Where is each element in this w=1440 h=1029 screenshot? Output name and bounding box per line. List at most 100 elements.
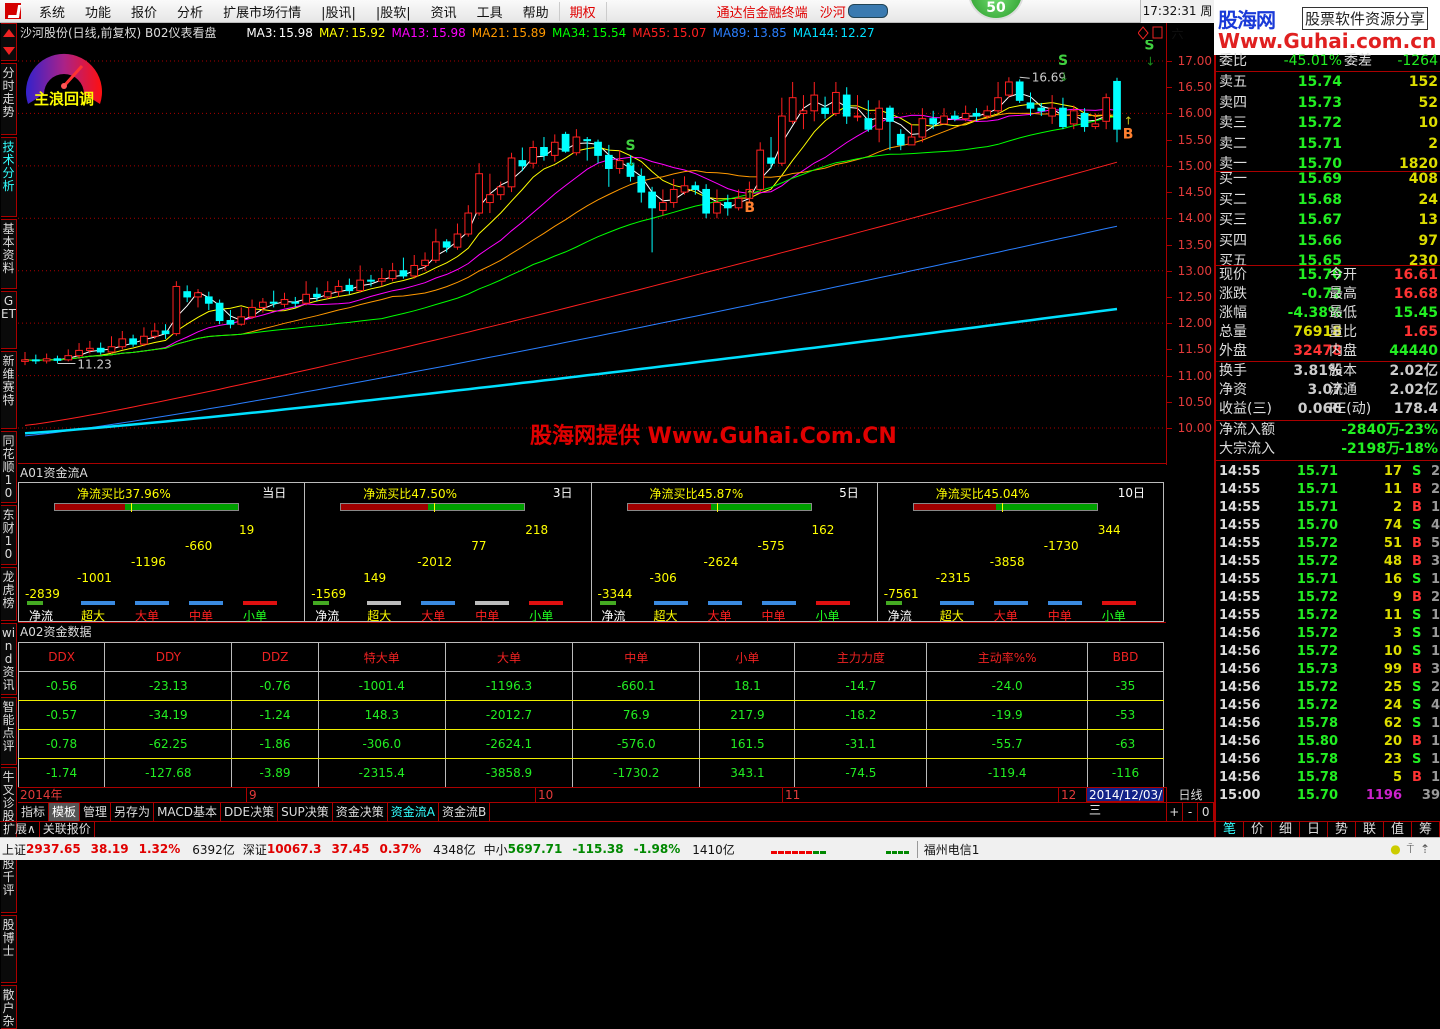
tick-time: 14:56 <box>1219 626 1261 641</box>
bid-row[interactable]: 买一 15.69 408 <box>1216 170 1440 189</box>
index-name[interactable]: 上证 <box>2 841 26 858</box>
candle <box>821 96 829 119</box>
bid-row[interactable]: 买二 15.68 24 <box>1216 191 1440 210</box>
menu-item[interactable]: 帮助 <box>513 2 559 21</box>
tick-count: 1 <box>1430 770 1440 785</box>
indicator-tab[interactable]: 资金流B <box>439 803 491 821</box>
quote-tab[interactable]: 价 <box>1244 822 1272 838</box>
index-value: 5697.71 <box>507 842 563 856</box>
left-tab[interactable]: GET <box>1 291 17 349</box>
tick-count: 1 <box>1430 626 1440 641</box>
menu-item-options[interactable]: 期权 <box>558 1 607 21</box>
quote-tab[interactable]: 值 <box>1384 822 1412 838</box>
stock-short-name: 沙河 <box>819 5 846 21</box>
tick-count: 2 <box>1430 464 1440 479</box>
clock: 17:32:31 周六 <box>1140 0 1214 41</box>
indicator-tab[interactable]: 管理 <box>80 803 112 821</box>
tick-price: 15.78 <box>1296 752 1338 767</box>
left-tab[interactable]: 技术分析 <box>1 137 17 217</box>
left-tab[interactable]: 股博士 <box>1 915 17 983</box>
menu-item[interactable]: 报价 <box>121 2 167 21</box>
ask-row[interactable]: 卖二 15.71 2 <box>1216 135 1440 154</box>
indicator-tab[interactable]: 模板 <box>49 803 81 821</box>
coin-icon[interactable]: ● <box>1390 842 1400 856</box>
indicator-tab[interactable]: DDE决策 <box>221 803 279 821</box>
menu-item[interactable]: 工具 <box>467 2 513 21</box>
index-name[interactable]: 深证 <box>243 841 267 858</box>
ask-row[interactable]: 卖三 15.72 10 <box>1216 114 1440 133</box>
candle <box>75 343 83 359</box>
price-tick-label: 15.50 <box>1177 132 1212 147</box>
period-selector[interactable]: 日线 <box>1166 787 1214 803</box>
tick-time: 14:56 <box>1219 716 1261 731</box>
scroll-arrows-button[interactable] <box>1 23 17 61</box>
indicator-tab[interactable]: SUP决策 <box>278 803 333 821</box>
window-toggle-icon[interactable] <box>1152 26 1163 39</box>
flow-value: -2839 <box>25 587 60 601</box>
quote-tab[interactable]: 日 <box>1300 822 1328 838</box>
menu-item[interactable]: 扩展市场行情 <box>213 2 311 21</box>
left-tab[interactable]: 同花顺10 <box>1 431 17 503</box>
menu-item[interactable]: 资讯 <box>421 2 467 21</box>
low-price-marker: 11.23 <box>77 358 111 372</box>
kline-chart[interactable]: 16.6911.23S↓S↓S↓↑B↑B <box>18 40 1166 465</box>
a01-header: A01资金流A <box>18 463 1166 483</box>
server-name[interactable]: 福州电信1 <box>916 840 979 858</box>
menu-item[interactable]: 系统 <box>29 2 75 21</box>
zoom-out-button[interactable]: - <box>1183 803 1199 821</box>
quote-tab[interactable]: 笔 <box>1216 822 1244 838</box>
ask-row[interactable]: 卖五 15.74 152 <box>1216 73 1440 92</box>
extension-tab[interactable]: 关联报价 <box>40 822 95 837</box>
left-tab[interactable]: 散户杂 <box>1 985 17 1029</box>
candle <box>64 349 73 362</box>
app-logo-icon <box>5 3 21 19</box>
quote-tab[interactable]: 势 <box>1328 822 1356 838</box>
ask-row[interactable]: 卖四 15.73 52 <box>1216 94 1440 113</box>
left-tab[interactable]: 分时走势 <box>1 63 17 135</box>
index-name[interactable]: 中小 <box>484 841 508 858</box>
menu-item[interactable]: |股软| <box>366 2 421 21</box>
left-tab[interactable]: 新维赛特 <box>1 351 17 429</box>
left-tab[interactable]: 基本资料 <box>1 219 17 289</box>
left-tab[interactable]: 智能点评 <box>1 697 17 765</box>
table-cell: 161.5 <box>699 729 796 759</box>
svg-text:S: S <box>1144 40 1154 53</box>
tick-count: 3 <box>1430 554 1440 569</box>
fundamental-row: 换手 3.81% 股本 2.02亿 <box>1219 363 1438 379</box>
date-tick-label: 2014年 <box>20 788 63 802</box>
indicator-tab[interactable]: 另存为 <box>111 803 155 821</box>
badge-count[interactable]: 50 <box>968 0 1024 20</box>
flow-bar <box>761 601 796 605</box>
left-tab[interactable]: wind资讯 <box>1 623 17 695</box>
quote-tab[interactable]: 细 <box>1272 822 1300 838</box>
candle <box>464 205 473 237</box>
menu-item[interactable]: |股讯| <box>311 2 366 21</box>
ask-price: 15.72 <box>1297 115 1342 132</box>
ma-value: 15.98 <box>278 26 313 40</box>
upload-icon[interactable]: ⇡ <box>1420 842 1430 856</box>
flow-value: -2624 <box>703 555 739 569</box>
quote-tab[interactable]: 联 <box>1356 822 1384 838</box>
diamond-icon[interactable] <box>1138 26 1149 40</box>
left-tab[interactable]: 龙虎榜 <box>1 567 17 621</box>
tick-volume: 1196 <box>1365 788 1402 803</box>
antenna-icon[interactable]: ⍑ <box>1407 842 1414 857</box>
quote-tab[interactable]: 筹 <box>1412 822 1440 838</box>
zoom-reset-button[interactable]: 0 <box>1198 803 1215 821</box>
tick-time: 14:56 <box>1219 752 1261 767</box>
tick-volume: 51 <box>1383 536 1402 551</box>
left-tab[interactable]: 东财10 <box>1 505 17 565</box>
zoom-in-button[interactable]: + <box>1167 803 1183 821</box>
bid-row[interactable]: 买三 15.67 13 <box>1216 211 1440 230</box>
tick-row: 14:55 15.72 51 B 5 <box>1216 535 1440 553</box>
extension-tab[interactable]: 扩展∧ <box>0 822 40 837</box>
indicator-tab[interactable]: 资金流A <box>388 803 439 821</box>
bid-row[interactable]: 买四 15.66 97 <box>1216 232 1440 251</box>
ma-value: 15.92 <box>351 26 386 40</box>
indicator-tab[interactable]: MACD基本 <box>154 803 222 821</box>
menu-item[interactable]: 分析 <box>167 2 213 21</box>
menu-item[interactable]: 功能 <box>75 2 121 21</box>
indicator-tab[interactable]: 指标 <box>18 803 50 821</box>
indicator-tab[interactable]: 资金决策 <box>333 803 388 821</box>
tick-volume: 5 <box>1392 770 1402 785</box>
